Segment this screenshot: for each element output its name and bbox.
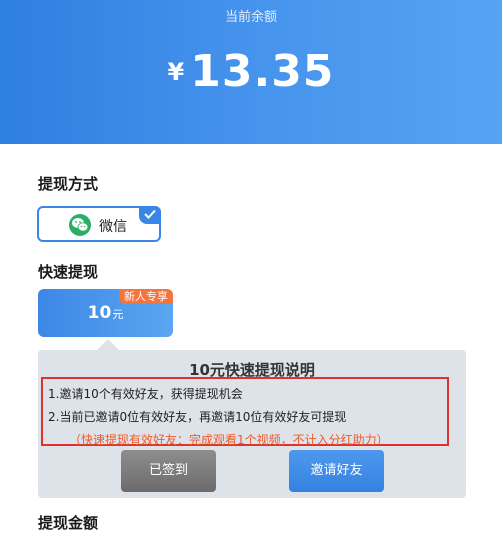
fast-withdraw-10-option[interactable]: 10元 新人专享 — [38, 289, 173, 337]
currency-symbol: ¥ — [167, 57, 185, 86]
new-user-badge: 新人专享 — [119, 289, 173, 304]
rules-highlight-box: 1.邀请10个有效好友，获得提现机会 2.当前已邀请0位有效好友，再邀请10位有… — [41, 377, 449, 447]
fast-withdraw-title: 快速提现 — [38, 263, 99, 281]
balance-display: ¥13.35 — [0, 46, 502, 97]
rule-note: （快速提现有效好友：完成观看1个视频，不计入分红助力） — [69, 433, 389, 447]
balance-header: 当前余额 ¥13.35 — [0, 0, 502, 144]
withdraw-method-title: 提现方式 — [38, 175, 99, 193]
selected-check-icon — [139, 206, 161, 224]
balance-amount: 13.35 — [190, 46, 335, 97]
info-pointer — [97, 339, 119, 350]
wechat-method-label: 微信 — [99, 219, 127, 235]
invite-friends-button[interactable]: 邀请好友 — [289, 450, 384, 492]
rule-2: 2.当前已邀请0位有效好友，再邀请10位有效好友可提现 — [48, 410, 347, 424]
withdraw-amount-title: 提现金额 — [38, 514, 99, 532]
wechat-icon — [69, 214, 91, 236]
rule-1: 1.邀请10个有效好友，获得提现机会 — [48, 387, 243, 401]
fast-withdraw-amount-unit: 元 — [112, 308, 124, 321]
fast-withdraw-amount-value: 10 — [87, 303, 112, 323]
wechat-method-option[interactable]: 微信 — [37, 206, 161, 242]
signed-in-button[interactable]: 已签到 — [121, 450, 216, 492]
fast-withdraw-info-panel: 10元快速提现说明 1.邀请10个有效好友，获得提现机会 2.当前已邀请0位有效… — [38, 350, 466, 498]
fast-withdraw-amount: 10元 — [38, 303, 173, 323]
balance-label: 当前余额 — [224, 10, 277, 25]
